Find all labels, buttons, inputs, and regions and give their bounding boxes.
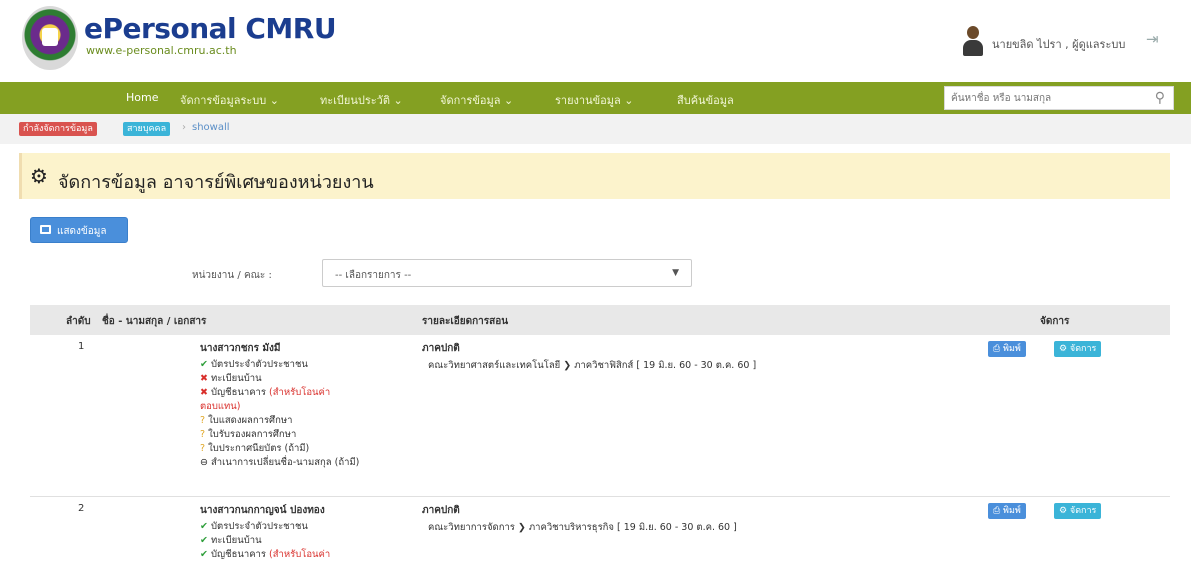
print-button[interactable]: ⎙ พิมพ์ bbox=[988, 503, 1026, 519]
breadcrumb-status-badge[interactable]: กำลังจัดการข้อมูล bbox=[19, 122, 97, 136]
instructors-table: ลำดับ ชื่อ - นามสกุล / เอกสาร รายละเอียด… bbox=[30, 305, 1170, 575]
show-data-button[interactable]: แสดงข้อมูล bbox=[30, 217, 128, 243]
manage-button[interactable]: ⚙ จัดการ bbox=[1054, 341, 1102, 357]
user-avatar[interactable] bbox=[962, 26, 984, 58]
nav-system-data[interactable]: จัดการข้อมูลระบบ ⌄ bbox=[180, 91, 279, 109]
brand-title[interactable]: ePersonal CMRU bbox=[84, 12, 337, 45]
university-seal-logo[interactable] bbox=[22, 6, 78, 70]
doc-label: บัตรประจำตัวประชาชน bbox=[211, 521, 308, 532]
nav-registry[interactable]: ทะเบียนประวัติ ⌄ bbox=[320, 91, 403, 109]
name-docs-cell: นางสาวกนกกาญจน์ ปองทอง ✔ บัตรประจำตัวประ… bbox=[200, 503, 430, 562]
cross-icon: ✖ bbox=[200, 387, 208, 398]
person-name[interactable]: นางสาวกนกกาญจน์ ปองทอง bbox=[200, 503, 430, 518]
doc-note: (สำหรับโอนค่า bbox=[269, 387, 331, 398]
print-button[interactable]: ⎙ พิมพ์ bbox=[988, 341, 1026, 357]
header: ePersonal CMRU www.e-personal.cmru.ac.th… bbox=[0, 0, 1191, 82]
teaching-type: ภาคปกติ bbox=[422, 343, 460, 354]
doc-item: ? ใบประกาศนียบัตร (ถ้ามี) bbox=[200, 442, 430, 456]
doc-item: ✖ ทะเบียนบ้าน bbox=[200, 372, 430, 386]
teaching-detail-cell: ภาคปกติ คณะวิทยาการจัดการ ❯ ภาควิชาบริหา… bbox=[422, 503, 942, 535]
search-input[interactable] bbox=[951, 90, 1141, 106]
check-icon: ✔ bbox=[200, 521, 208, 532]
doc-item: ✔ บัตรประจำตัวประชาชน bbox=[200, 520, 430, 534]
doc-item: ⊖ สำเนาการเปลี่ยนชื่อ-นามสกุล (ถ้ามี) bbox=[200, 456, 430, 470]
doc-item: ? ใบรับรองผลการศึกษา bbox=[200, 428, 430, 442]
header-detail: รายละเอียดการสอน bbox=[422, 316, 509, 327]
breadcrumb-current[interactable]: showall bbox=[192, 122, 230, 133]
row-number: 2 bbox=[78, 503, 85, 514]
breadcrumb-section-badge[interactable]: สายบุคคล bbox=[123, 122, 171, 136]
doc-item: ✔ ทะเบียนบ้าน bbox=[200, 534, 430, 548]
doc-label: ใบประกาศนียบัตร (ถ้ามี) bbox=[208, 443, 310, 454]
chevron-down-icon: ▼ bbox=[672, 268, 679, 278]
person-name[interactable]: นางสาวกชกร มังมี bbox=[200, 341, 430, 356]
logout-icon[interactable]: ⇥ bbox=[1146, 30, 1164, 48]
nav-search[interactable]: สืบค้นข้อมูล bbox=[677, 91, 734, 109]
table-header: ลำดับ ชื่อ - นามสกุล / เอกสาร รายละเอียด… bbox=[30, 305, 1170, 335]
question-icon: ? bbox=[200, 429, 206, 440]
doc-label: ใบแสดงผลการศึกษา bbox=[208, 415, 293, 426]
doc-label: สำเนาการเปลี่ยนชื่อ-นามสกุล (ถ้ามี) bbox=[211, 457, 360, 468]
search-icon[interactable]: ⚲ bbox=[1155, 90, 1165, 106]
header-num: ลำดับ bbox=[66, 316, 91, 327]
doc-label: ใบรับรองผลการศึกษา bbox=[208, 429, 297, 440]
doc-label: ทะเบียนบ้าน bbox=[211, 535, 262, 546]
table-icon bbox=[40, 225, 51, 234]
check-icon: ✔ bbox=[200, 549, 208, 560]
check-icon: ✔ bbox=[200, 535, 208, 546]
teaching-detail: คณะวิทยาการจัดการ ❯ ภาควิชาบริหารธุรกิจ … bbox=[428, 522, 737, 533]
name-docs-cell: นางสาวกชกร มังมี ✔ บัตรประจำตัวประชาชน ✖… bbox=[200, 341, 430, 470]
user-name[interactable]: นายขลิด ไปรา , ผู้ดูแลระบบ bbox=[992, 35, 1125, 53]
brand-url: www.e-personal.cmru.ac.th bbox=[86, 44, 237, 57]
doc-item: ✖ บัญชีธนาคาร (สำหรับโอนค่า bbox=[200, 386, 430, 400]
doc-item: ✔ บัญชีธนาคาร (สำหรับโอนค่า bbox=[200, 548, 430, 562]
breadcrumb-separator: › bbox=[182, 122, 186, 133]
doc-label: บัตรประจำตัวประชาชน bbox=[211, 359, 308, 370]
header-action: จัดการ bbox=[1040, 316, 1070, 327]
doc-note: (สำหรับโอนค่า bbox=[269, 549, 331, 560]
show-data-label: แสดงข้อมูล bbox=[57, 226, 107, 237]
doc-label: บัญชีธนาคาร bbox=[211, 549, 270, 560]
teaching-detail: คณะวิทยาศาสตร์และเทคโนโลยี ❯ ภาควิชาฟิสิ… bbox=[428, 360, 757, 371]
manage-button[interactable]: ⚙ จัดการ bbox=[1054, 503, 1102, 519]
nav-reports[interactable]: รายงานข้อมูล ⌄ bbox=[555, 91, 633, 109]
nav-home[interactable]: Home bbox=[126, 91, 158, 104]
table-row: 1 นางสาวกชกร มังมี ✔ บัตรประจำตัวประชาชน… bbox=[30, 335, 1170, 497]
page-title: จัดการข้อมูล อาจารย์พิเศษของหน่วยงาน bbox=[58, 172, 374, 193]
check-icon: ✔ bbox=[200, 359, 208, 370]
breadcrumb: กำลังจัดการข้อมูล สายบุคคล › showall bbox=[0, 114, 1191, 144]
doc-label: บัญชีธนาคาร bbox=[211, 387, 270, 398]
doc-item: ✔ บัตรประจำตัวประชาชน bbox=[200, 358, 430, 372]
search-box: ⚲ bbox=[944, 86, 1174, 110]
doc-item: ? ใบแสดงผลการศึกษา bbox=[200, 414, 430, 428]
teaching-detail-cell: ภาคปกติ คณะวิทยาศาสตร์และเทคโนโลยี ❯ ภาค… bbox=[422, 341, 942, 373]
table-row: 2 นางสาวกนกกาญจน์ ปองทอง ✔ บัตรประจำตัวป… bbox=[30, 497, 1170, 575]
minus-circle-icon: ⊖ bbox=[200, 457, 208, 468]
teaching-type: ภาคปกติ bbox=[422, 505, 460, 516]
row-number: 1 bbox=[78, 341, 85, 352]
question-icon: ? bbox=[200, 415, 206, 426]
header-name: ชื่อ - นามสกุล / เอกสาร bbox=[102, 316, 207, 327]
question-icon: ? bbox=[200, 443, 206, 454]
nav-data-management[interactable]: จัดการข้อมูล ⌄ bbox=[440, 91, 513, 109]
department-select-value: -- เลือกรายการ -- bbox=[335, 270, 412, 281]
doc-note: ตอบแทน) bbox=[200, 401, 241, 412]
department-filter-label: หน่วยงาน / คณะ : bbox=[192, 270, 272, 281]
gear-icon: ⚙ bbox=[30, 164, 48, 188]
page-title-panel: ⚙ จัดการข้อมูล อาจารย์พิเศษของหน่วยงาน bbox=[19, 153, 1170, 199]
doc-item: ตอบแทน) bbox=[200, 400, 430, 414]
doc-label: ทะเบียนบ้าน bbox=[211, 373, 262, 384]
cross-icon: ✖ bbox=[200, 373, 208, 384]
department-select[interactable]: -- เลือกรายการ -- ▼ bbox=[322, 259, 692, 287]
